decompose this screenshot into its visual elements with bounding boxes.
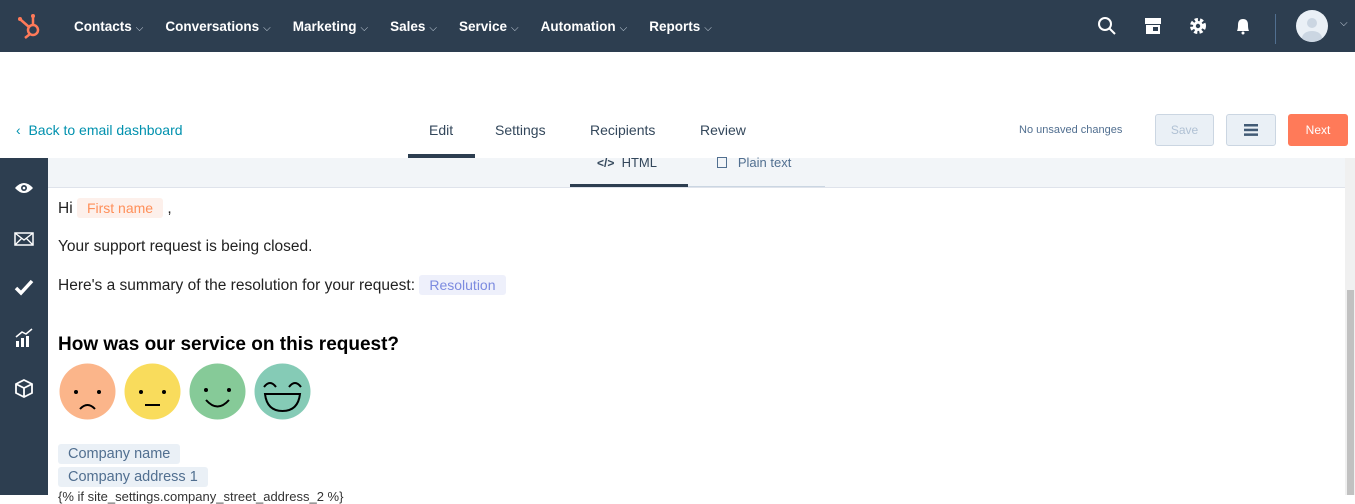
chevron-down-icon: ⌵ (704, 22, 712, 34)
nav-reports[interactable]: Reports ⌵ (649, 19, 712, 34)
envelope-icon[interactable] (14, 232, 34, 246)
document-icon (717, 157, 727, 168)
greeting-text: Hi (58, 200, 73, 217)
chevron-down-icon: ⌵ (429, 22, 437, 34)
happy-face-icon[interactable] (189, 363, 246, 420)
chevron-down-icon: ⌵ (263, 22, 271, 34)
tab-edit[interactable]: Edit (429, 122, 453, 138)
nav-contacts[interactable]: Contacts ⌵ (74, 19, 143, 34)
nav-conversations[interactable]: Conversations ⌵ (165, 19, 270, 34)
summary-text: Here's a summary of the resolution for y… (58, 277, 416, 294)
very-happy-face-icon[interactable] (254, 363, 311, 420)
save-status: No unsaved changes (1019, 124, 1123, 136)
tab-settings[interactable]: Settings (495, 122, 546, 138)
bell-icon[interactable] (1233, 16, 1253, 36)
chevron-down-icon: ⌵ (511, 22, 519, 34)
chevron-left-icon: ‹ (16, 122, 29, 138)
comma-text: , (167, 200, 172, 217)
marketplace-icon[interactable] (1143, 16, 1163, 36)
scrollbar[interactable] (1345, 158, 1355, 495)
chevron-down-icon: ⌵ (360, 22, 369, 34)
editor-mode-bar (48, 158, 1345, 188)
next-button[interactable]: Next (1288, 114, 1348, 146)
survey-question: How was our service on this request? (58, 334, 400, 355)
nav-service[interactable]: Service ⌵ (459, 19, 519, 34)
sad-face-icon[interactable] (59, 363, 116, 420)
left-sidebar (0, 158, 48, 495)
chart-icon[interactable] (14, 328, 34, 348)
eye-icon[interactable] (14, 181, 34, 195)
nav-sales[interactable]: Sales ⌵ (390, 19, 437, 34)
neutral-face-icon[interactable] (124, 363, 181, 420)
check-icon[interactable] (14, 278, 34, 296)
avatar[interactable] (1296, 10, 1328, 42)
mode-underline (688, 186, 825, 187)
company-name-token[interactable]: Company name (58, 444, 181, 464)
editor-header (0, 52, 1355, 158)
back-link[interactable]: ‹ Back to email dashboard (16, 122, 183, 138)
top-nav: Contacts ⌵ Conversations ⌵ Marketing ⌵ Sale… (0, 0, 1355, 52)
active-mode-indicator (570, 184, 688, 187)
hubspot-logo[interactable] (16, 12, 44, 40)
nav-divider (1275, 14, 1276, 44)
tab-review[interactable]: Review (700, 122, 746, 138)
cube-icon[interactable] (14, 378, 34, 398)
resolution-token[interactable]: Resolution (419, 275, 506, 295)
first-name-token[interactable]: First name (76, 198, 164, 218)
chevron-down-icon[interactable]: ⌵ (1340, 18, 1348, 29)
search-icon[interactable] (1097, 16, 1117, 36)
closing-text: Your support request is being closed. (58, 238, 313, 255)
tab-plain-text[interactable]: Plain text (717, 155, 791, 170)
code-icon: </> (597, 156, 615, 170)
scrollbar-thumb[interactable] (1347, 290, 1354, 495)
nav-marketing[interactable]: Marketing ⌵ (293, 19, 368, 34)
more-actions-button[interactable] (1226, 114, 1276, 146)
company-address-token[interactable]: Company address 1 (58, 467, 208, 487)
chevron-down-icon: ⌵ (135, 22, 144, 34)
chevron-down-icon: ⌵ (619, 22, 628, 34)
template-code-line: {% if site_settings.company_street_addre… (58, 489, 344, 504)
save-button[interactable]: Save (1155, 114, 1214, 146)
menu-icon (1244, 124, 1258, 136)
tab-recipients[interactable]: Recipients (590, 122, 655, 138)
nav-automation[interactable]: Automation ⌵ (541, 19, 628, 34)
tab-html[interactable]: </> HTML (597, 155, 657, 170)
gear-icon[interactable] (1188, 16, 1208, 36)
